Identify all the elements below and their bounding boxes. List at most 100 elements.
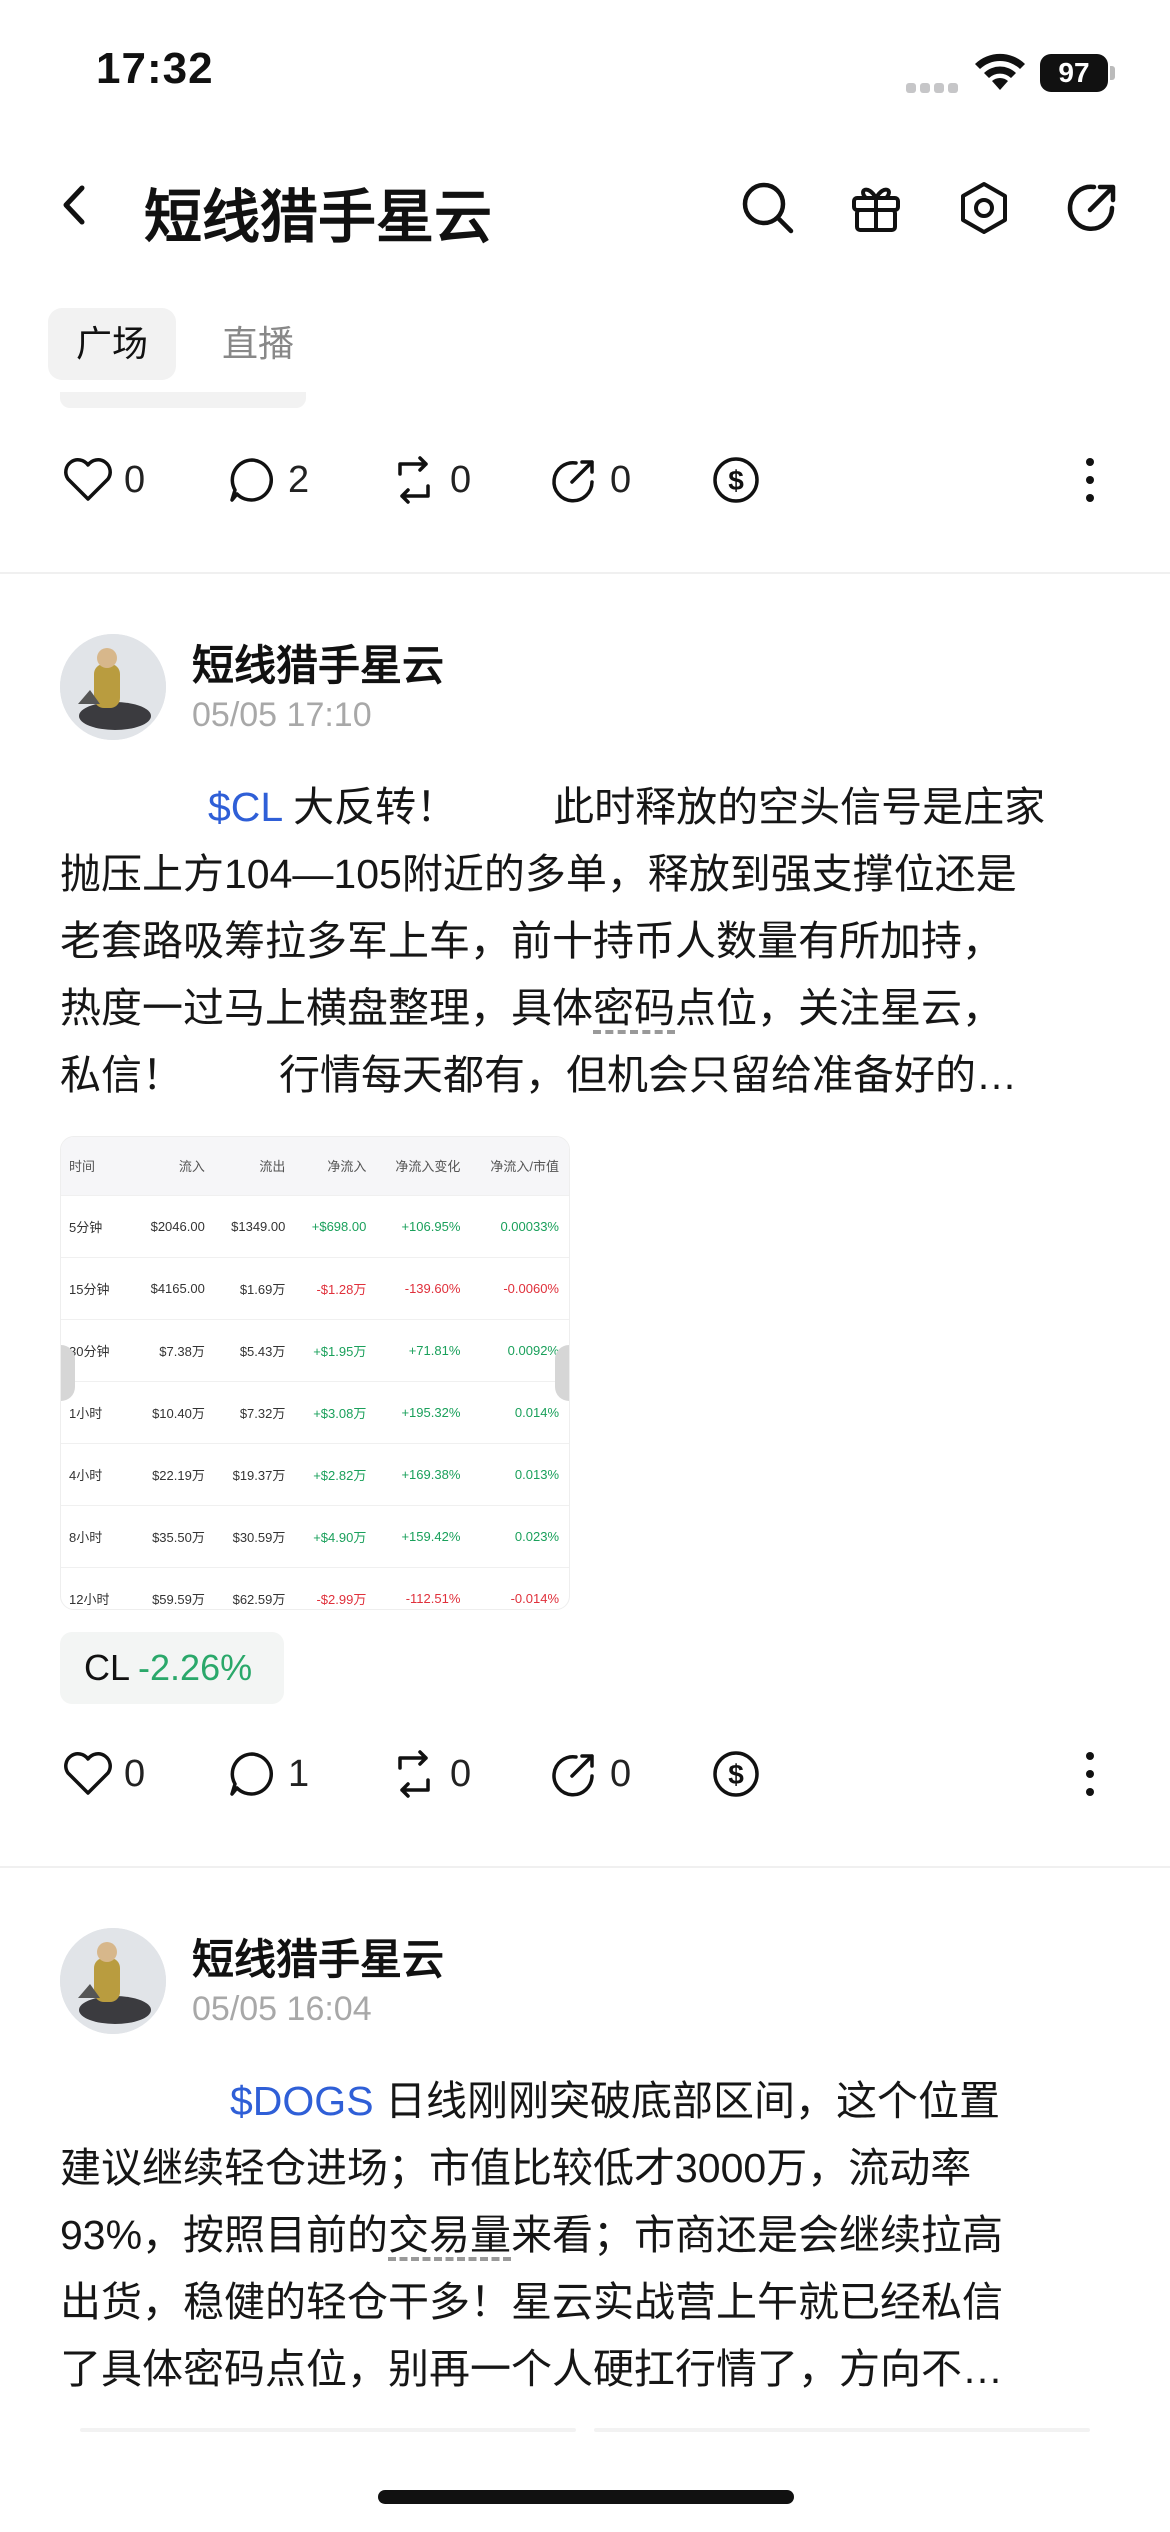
post-text: 老套路吸筹拉多军上车，前十持币人数量有所加持， bbox=[60, 918, 1003, 964]
table-cell: $62.59万 bbox=[214, 1566, 296, 1609]
table-cell: 0.00033% bbox=[470, 1194, 569, 1257]
table-header: 净流入/市值 bbox=[470, 1137, 569, 1195]
table-row: 30分钟 $7.38万 $5.43万 +$1.95万 +71.81% 0.0092% bbox=[61, 1318, 569, 1381]
post-text: 大反转！ bbox=[293, 784, 458, 830]
heart-icon bbox=[64, 458, 112, 501]
image-next-arrow[interactable] bbox=[555, 1345, 569, 1401]
table-cell: $7.32万 bbox=[214, 1380, 296, 1443]
comment-button[interactable]: 1 bbox=[224, 1744, 309, 1804]
comment-count: 2 bbox=[288, 458, 310, 501]
repost-count: 0 bbox=[450, 458, 472, 501]
ticker-chip[interactable]: CL -2.26% bbox=[60, 1632, 284, 1704]
share-count: 0 bbox=[610, 458, 632, 501]
post-text: 行情每天都有，但机会只留给准备好的… bbox=[279, 1052, 1017, 1098]
table-cell: $1349.00 bbox=[214, 1194, 296, 1257]
ticker-change: -2.26% bbox=[138, 1647, 253, 1688]
table-row: 15分钟 $4165.00 $1.69万 -$1.28万 -139.60% -0.0060… bbox=[61, 1256, 569, 1319]
back-icon[interactable] bbox=[50, 180, 100, 230]
author-name[interactable]: 短线猎手星云 bbox=[192, 1926, 444, 1987]
table-header: 净流入 bbox=[295, 1137, 377, 1195]
post-image-table[interactable]: 时间 流入 流出 净流入 净流入变化 净流入/市值 5分钟 $2046.00 $1349.00… bbox=[60, 1136, 570, 1610]
avatar-image bbox=[60, 634, 166, 740]
search-icon[interactable] bbox=[738, 178, 798, 238]
table-cell: +106.95% bbox=[376, 1194, 471, 1257]
table-cell: 5分钟 bbox=[61, 1194, 135, 1257]
ticker-link[interactable]: $DOGS bbox=[230, 2078, 374, 2124]
table-cell: $10.40万 bbox=[134, 1380, 215, 1443]
avatar[interactable] bbox=[60, 634, 166, 740]
keyword-link[interactable]: 交易量 bbox=[388, 2212, 511, 2258]
post-text: 93%，按照目前的 bbox=[60, 2212, 389, 2258]
table-cell: -0.014% bbox=[470, 1566, 569, 1609]
like-button[interactable]: 0 bbox=[60, 1744, 145, 1804]
repost-button[interactable]: 0 bbox=[386, 1744, 471, 1804]
dollar-coin-icon: $ bbox=[713, 457, 759, 503]
table-cell: +$2.82万 bbox=[295, 1442, 377, 1505]
comment-button[interactable]: 2 bbox=[224, 450, 309, 510]
table-cell: 4小时 bbox=[61, 1442, 135, 1505]
repost-count: 0 bbox=[450, 1752, 472, 1795]
tab-live[interactable]: 直播 bbox=[194, 308, 322, 380]
comment-count: 1 bbox=[288, 1752, 310, 1795]
table-row: 12小时 $59.59万 $62.59万 -$2.99万 -112.51% -0.014% bbox=[61, 1566, 569, 1609]
post-content[interactable]: $DOGS 日线刚刚突破底部区间，这个位置 建议继续轻仓进场；市值比较低才300… bbox=[60, 2068, 1120, 2403]
tip-button[interactable]: $ bbox=[708, 1744, 764, 1804]
share-button[interactable]: 0 bbox=[546, 450, 631, 510]
post-content[interactable]: $CL 大反转！ 此时释放的空头信号是庄家 抛压上方104—105附近的多单，释放… bbox=[60, 774, 1120, 1109]
repost-icon bbox=[398, 456, 430, 504]
repost-button[interactable]: 0 bbox=[386, 450, 471, 510]
author-name[interactable]: 短线猎手星云 bbox=[192, 632, 444, 693]
table-cell: $1.69万 bbox=[214, 1256, 296, 1319]
post-text: 来看；市商还是会继续拉高 bbox=[511, 2212, 1004, 2258]
table-cell: $22.19万 bbox=[134, 1442, 215, 1505]
heart-icon bbox=[64, 1752, 112, 1795]
avatar[interactable] bbox=[60, 1928, 166, 2034]
table-header: 流入 bbox=[134, 1137, 215, 1195]
table-header: 流出 bbox=[214, 1137, 296, 1195]
keyword-link[interactable]: 密码 bbox=[593, 985, 675, 1031]
table-cell: -$2.99万 bbox=[295, 1566, 377, 1609]
avatar-image bbox=[60, 1928, 166, 2034]
table-header: 净流入变化 bbox=[376, 1137, 471, 1195]
post-text: 日线刚刚突破底部区间，这个位置 bbox=[384, 2078, 1000, 2124]
table-cell: +159.42% bbox=[376, 1504, 471, 1567]
table-cell: $7.38万 bbox=[134, 1318, 215, 1381]
fund-flow-table: 时间 流入 流出 净流入 净流入变化 净流入/市值 5分钟 $2046.00 $1349.00… bbox=[61, 1137, 569, 1609]
ticker-link[interactable]: $CL bbox=[208, 784, 282, 830]
table-cell: +169.38% bbox=[376, 1442, 471, 1505]
table-row: 4小时 $22.19万 $19.37万 +$2.82万 +169.38% 0.013% bbox=[61, 1442, 569, 1505]
post-text: 点位，关注星云， bbox=[675, 985, 1003, 1031]
like-button[interactable]: 0 bbox=[60, 450, 145, 510]
status-bar: 17:32 97 bbox=[0, 0, 1170, 140]
share-icon[interactable] bbox=[1062, 178, 1122, 238]
table-cell: $19.37万 bbox=[214, 1442, 296, 1505]
share-button[interactable]: 0 bbox=[546, 1744, 631, 1804]
image-prev-arrow[interactable] bbox=[61, 1345, 75, 1401]
post-image-edge bbox=[594, 2428, 1090, 2432]
table-cell: $59.59万 bbox=[134, 1566, 215, 1609]
nav-bar: 短线猎手星云 bbox=[0, 140, 1170, 270]
comment-icon bbox=[230, 1752, 273, 1796]
table-cell: +$3.08万 bbox=[295, 1380, 377, 1443]
table-cell: 0.014% bbox=[470, 1380, 569, 1443]
gift-icon[interactable] bbox=[846, 178, 906, 238]
share-icon bbox=[552, 1754, 594, 1797]
more-options-icon[interactable] bbox=[1080, 454, 1100, 506]
table-row: 5分钟 $2046.00 $1349.00 +$698.00 +106.95% 0.000… bbox=[61, 1194, 569, 1257]
tip-button[interactable]: $ bbox=[708, 450, 764, 510]
post-text: 出货，稳健的轻仓干多！星云实战营上午就已经私信 bbox=[60, 2279, 1003, 2325]
tab-plaza[interactable]: 广场 bbox=[48, 308, 177, 380]
table-cell: 0.023% bbox=[470, 1504, 569, 1567]
table-cell: $2046.00 bbox=[134, 1194, 215, 1257]
more-options-icon[interactable] bbox=[1080, 1748, 1100, 1800]
post-text: 抛压上方104—105附近的多单，释放到强支撑位还是 bbox=[60, 851, 1017, 897]
table-cell: +$698.00 bbox=[295, 1194, 377, 1257]
table-cell: $4165.00 bbox=[134, 1256, 215, 1319]
table-cell: -0.0060% bbox=[470, 1256, 569, 1319]
settings-icon[interactable] bbox=[954, 178, 1014, 238]
post-divider bbox=[0, 572, 1170, 574]
post-text: 热度一过马上横盘整理，具体 bbox=[60, 985, 593, 1031]
table-cell: 12小时 bbox=[61, 1566, 135, 1609]
table-header: 时间 bbox=[61, 1137, 135, 1195]
table-cell: -112.51% bbox=[376, 1566, 471, 1609]
